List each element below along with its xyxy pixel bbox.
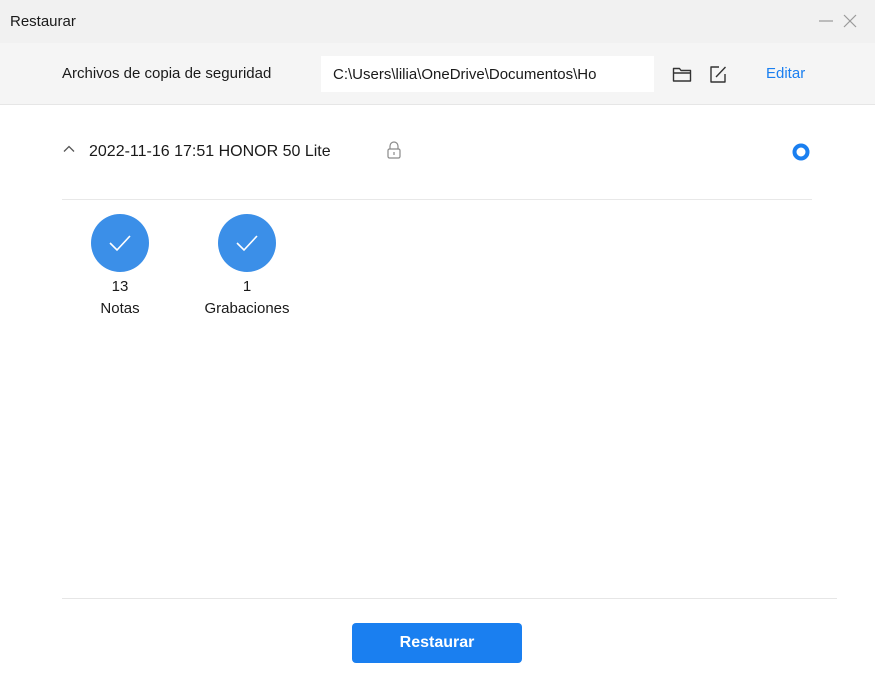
window-title: Restaurar — [10, 13, 76, 30]
backup-files-label: Archivos de copia de seguridad — [62, 65, 272, 82]
backup-entry: 2022-11-16 17:51 HONOR 50 Lite — [62, 130, 812, 174]
footer-divider — [62, 598, 837, 599]
item-name: Grabaciones — [204, 300, 290, 317]
backup-select-radio[interactable] — [792, 143, 810, 161]
close-icon — [843, 14, 857, 28]
radio-selected-icon — [792, 143, 810, 161]
backup-path-bar: Archivos de copia de seguridad Editar — [0, 43, 875, 105]
chevron-up-icon — [63, 145, 75, 152]
close-button[interactable] — [841, 12, 859, 30]
backup-path-field[interactable] — [321, 56, 654, 92]
item-name: Notas — [100, 300, 140, 317]
item-checked-badge — [218, 214, 276, 272]
edit-icon — [710, 66, 727, 83]
checkmark-icon — [109, 235, 131, 252]
item-checked-badge — [91, 214, 149, 272]
lock-icon — [385, 140, 403, 160]
checkmark-icon — [236, 235, 258, 252]
backup-label: 2022-11-16 17:51 HONOR 50 Lite — [89, 143, 331, 160]
minimize-button[interactable] — [817, 12, 835, 30]
collapse-toggle[interactable] — [62, 142, 76, 156]
item-count: 1 — [242, 278, 252, 295]
restore-button[interactable]: Restaurar — [352, 623, 522, 663]
edit-path-button[interactable] — [707, 63, 729, 85]
data-item-notes[interactable]: 13 Notas — [60, 214, 180, 318]
restore-window: Restaurar Archivos de copia de seguridad — [0, 0, 875, 700]
title-bar: Restaurar — [0, 0, 875, 43]
minimize-icon — [819, 20, 833, 22]
edit-link[interactable]: Editar — [766, 65, 805, 82]
open-folder-button[interactable] — [671, 63, 693, 85]
data-item-recordings[interactable]: 1 Grabaciones — [187, 214, 307, 318]
divider — [62, 199, 812, 200]
folder-icon — [672, 67, 692, 82]
item-count: 13 — [111, 278, 129, 295]
